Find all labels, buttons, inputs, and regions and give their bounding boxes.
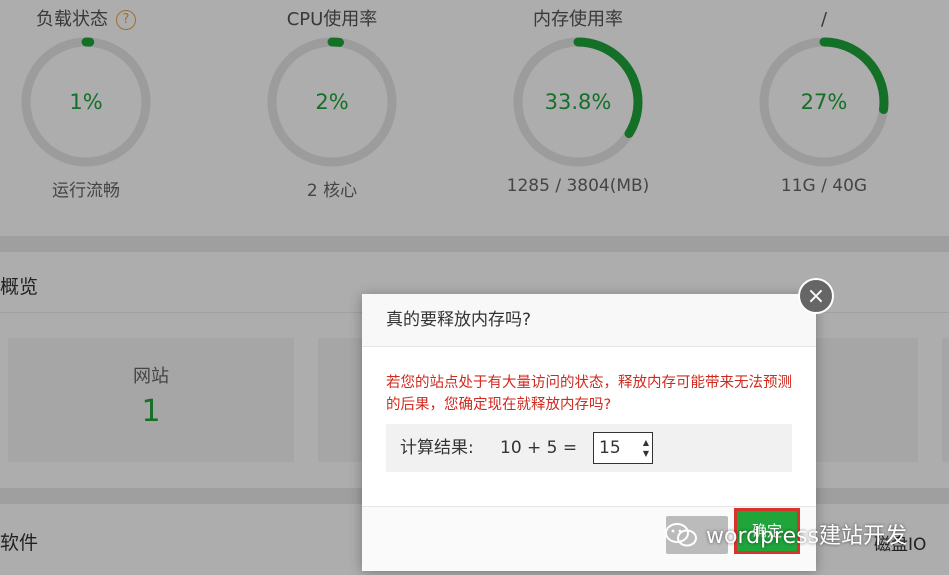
warning-text: 若您的站点处于有大量访问的状态，释放内存可能带来无法预测的后果，您确定现在就释放… <box>386 375 792 413</box>
dialog-title: 真的要释放内存吗? <box>362 294 816 347</box>
close-icon[interactable]: × <box>798 278 834 314</box>
spinner-icon[interactable]: ▲ ▼ <box>643 437 649 459</box>
watermark-text: wordpress建站开发 <box>706 524 908 549</box>
calc-expression: 10 + 5 = <box>500 438 578 458</box>
calc-label: 计算结果: <box>400 438 474 458</box>
calc-result-value: 15 <box>599 438 621 458</box>
calc-box: 计算结果: 10 + 5 = 15 ▲ ▼ <box>386 424 792 472</box>
watermark: wordpress建站开发 <box>664 518 907 550</box>
wechat-icon <box>665 523 697 547</box>
calc-result-input[interactable]: 15 ▲ ▼ <box>593 432 653 464</box>
